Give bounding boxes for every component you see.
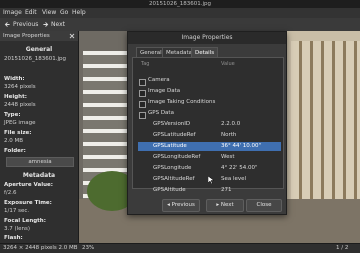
value-column-header[interactable]: Value: [221, 61, 235, 67]
type-value: JPEG image: [4, 120, 36, 126]
image-properties-sidebar: Image Properties General 20151026_183601…: [0, 31, 79, 243]
gps-row-value: 271: [221, 187, 232, 193]
exposure-label: Exposure Time:: [4, 200, 52, 206]
image-data-expander[interactable]: [139, 90, 146, 97]
width-label: Width:: [4, 76, 25, 82]
previous-button[interactable]: Previous: [13, 18, 38, 31]
aperture-label: Aperture Value:: [4, 182, 53, 188]
file-size-label: File size:: [4, 130, 32, 136]
general-section-title: General: [25, 46, 53, 53]
file-size-value: 2.0 MB: [4, 138, 24, 144]
section-image-data[interactable]: Image Data: [148, 87, 180, 96]
dialog-next-button[interactable]: ▸ Next: [206, 199, 244, 212]
gps-row-tag[interactable]: GPSVersionID: [153, 120, 190, 129]
gps-data-expander[interactable]: [139, 112, 146, 119]
menu-go[interactable]: Go: [60, 8, 68, 18]
exposure-value: 1/17 sec.: [4, 208, 30, 214]
section-image-taking-conditions[interactable]: Image Taking Conditions: [148, 98, 215, 107]
title-bar: 20151026_183601.jpg: [0, 0, 360, 8]
focal-length-label: Focal Length:: [4, 218, 46, 224]
height-value: 2448 pixels: [4, 102, 36, 108]
window-title: 20151026_183601.jpg: [149, 1, 211, 7]
focal-length-value: 3.7 (lens): [4, 226, 31, 232]
menu-view[interactable]: View: [42, 8, 56, 18]
folder-label: Folder:: [4, 148, 26, 154]
close-icon[interactable]: [69, 33, 75, 39]
gps-row-tag[interactable]: GPSLongitudeRef: [153, 153, 200, 162]
tag-column-header[interactable]: Tag: [141, 61, 149, 67]
gps-row-value: North: [221, 132, 237, 138]
menu-image[interactable]: Image: [3, 8, 22, 18]
gps-row-tag[interactable]: GPSAltitudeRef: [153, 175, 195, 184]
gps-row-value: West: [221, 154, 235, 160]
gps-row-value: 2.2.0.0: [221, 121, 241, 127]
next-button[interactable]: Next: [51, 18, 65, 31]
folder-button[interactable]: amnesia: [6, 157, 74, 167]
menu-help[interactable]: Help: [72, 8, 86, 18]
dialog-previous-button[interactable]: ◂ Previous: [162, 199, 200, 212]
flash-label: Flash:: [4, 235, 23, 241]
menu-bar: Image Edit View Go Help: [0, 8, 360, 18]
dialog-next-label: Next: [220, 202, 234, 208]
photo-facade-right: [291, 41, 360, 221]
metadata-section-title: Metadata: [22, 172, 56, 179]
dialog-previous-label: Previous: [171, 202, 195, 208]
gps-row-tag[interactable]: GPSAltitude: [153, 186, 186, 195]
gps-row-value: 4° 22' 54.00": [221, 165, 258, 171]
gps-row-tag[interactable]: GPSLatitude: [153, 142, 187, 151]
width-value: 3264 pixels: [4, 84, 36, 90]
dialog-title: Image Properties: [128, 32, 286, 44]
type-label: Type:: [4, 112, 21, 118]
file-name-value: 20151026_183601.jpg: [4, 56, 66, 62]
dialog-close-button[interactable]: Close: [246, 199, 282, 212]
gps-row-tag[interactable]: GPSLatitudeRef: [153, 131, 196, 140]
gps-row-value: 36° 44' 10.00": [221, 143, 262, 149]
menu-edit[interactable]: Edit: [25, 8, 37, 18]
arrow-left-icon[interactable]: [4, 21, 11, 28]
gps-row-value: Sea level: [221, 176, 247, 182]
image-taking-conditions-expander[interactable]: [139, 101, 146, 108]
toolbar: Previous Next: [0, 18, 360, 31]
section-gps-data[interactable]: GPS Data: [148, 109, 174, 118]
section-camera[interactable]: Camera: [148, 76, 170, 85]
arrow-right-icon[interactable]: [42, 21, 49, 28]
sidebar-header: Image Properties: [0, 31, 78, 41]
mouse-cursor-icon: [208, 176, 214, 184]
gps-row-tag[interactable]: GPSLongitude: [153, 164, 191, 173]
aperture-value: f/2.6: [4, 190, 17, 196]
height-label: Height:: [4, 94, 27, 100]
image-properties-dialog: Image Properties General Metadata Detail…: [127, 31, 287, 215]
details-tree: Tag Value Camera Image Data Image Taking…: [132, 57, 284, 193]
camera-expander[interactable]: [139, 79, 146, 86]
